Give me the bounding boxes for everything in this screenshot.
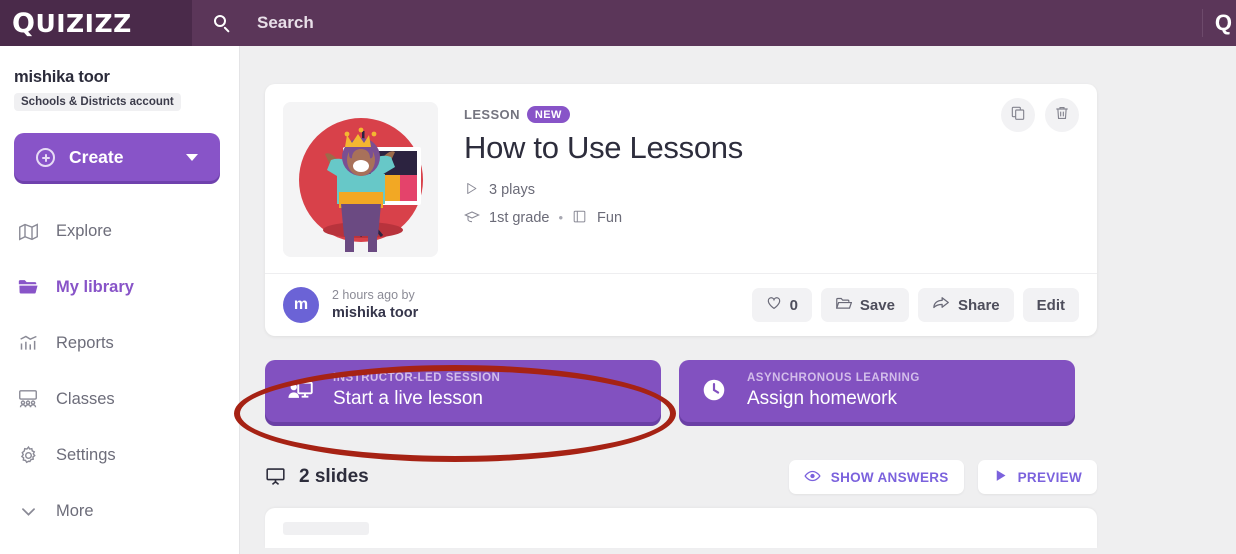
people-icon xyxy=(16,387,40,411)
author-name: mishika toor xyxy=(332,304,419,321)
lesson-plays-row: 3 plays xyxy=(464,181,1079,198)
share-arrow-icon xyxy=(932,294,950,316)
logo-text: QUIZIZZ xyxy=(12,7,132,39)
lesson-action-pills: 0 Save Share Edit xyxy=(751,288,1079,322)
sidebar-item-label: More xyxy=(56,501,94,520)
main-content: LESSON NEW How to Use Lessons 3 plays 1s… xyxy=(241,46,1236,554)
header-right-cluster: Q xyxy=(1201,0,1236,46)
gear-icon xyxy=(16,443,40,467)
updated-timestamp: 2 hours ago by xyxy=(332,287,415,302)
lesson-card-top: LESSON NEW How to Use Lessons 3 plays 1s… xyxy=(283,102,1079,257)
sidebar-item-classes[interactable]: Classes xyxy=(14,371,225,427)
edit-label: Edit xyxy=(1036,296,1065,314)
delete-button[interactable] xyxy=(1045,98,1079,132)
lesson-card-corner-actions xyxy=(1001,98,1079,132)
lesson-grade-label: 1st grade xyxy=(489,209,550,226)
slide-placeholder-bar xyxy=(283,522,369,535)
sidebar-item-label: My library xyxy=(56,277,134,296)
show-answers-label: SHOW ANSWERS xyxy=(830,469,949,485)
mode-title: Assign homework xyxy=(747,388,897,410)
compass-map-icon xyxy=(16,219,40,243)
lesson-tags-row: 1st grade • Fun xyxy=(464,209,1079,226)
preview-button[interactable]: PREVIEW xyxy=(977,460,1097,494)
sidebar-item-label: Classes xyxy=(56,389,115,408)
clock-icon xyxy=(701,377,729,405)
chevron-down-icon[interactable] xyxy=(186,153,198,161)
book-icon xyxy=(572,209,589,226)
lesson-title: How to Use Lessons xyxy=(464,130,743,165)
lesson-subject-label: Fun xyxy=(597,209,623,226)
lesson-info: LESSON NEW How to Use Lessons 3 plays 1s… xyxy=(464,102,1079,257)
slides-count-label: 2 slides xyxy=(299,466,369,487)
share-button[interactable]: Share xyxy=(917,288,1014,322)
create-button-label: Create xyxy=(69,146,124,167)
mode-kicker: ASYNCHRONOUS LEARNING xyxy=(747,371,920,384)
search-icon xyxy=(214,14,231,33)
assign-homework-text: ASYNCHRONOUS LEARNING Assign homework xyxy=(747,371,920,411)
play-outline-icon xyxy=(464,181,481,198)
copy-icon xyxy=(1010,105,1026,126)
lesson-card: LESSON NEW How to Use Lessons 3 plays 1s… xyxy=(265,84,1097,336)
folder-open-icon xyxy=(835,295,853,316)
graduation-cap-icon xyxy=(464,209,481,226)
duplicate-button[interactable] xyxy=(1001,98,1035,132)
share-label: Share xyxy=(957,296,1000,314)
folder-icon xyxy=(16,275,40,299)
slides-header-row: 2 slides SHOW ANSWERS PREVIEW xyxy=(265,460,1097,494)
meta-separator: • xyxy=(558,210,564,225)
edit-button[interactable]: Edit xyxy=(1022,288,1079,322)
new-badge: NEW xyxy=(526,106,570,123)
sidebar-item-label: Reports xyxy=(56,333,114,352)
lesson-kicker-row: LESSON NEW xyxy=(464,106,1079,123)
sidebar-item-reports[interactable]: Reports xyxy=(14,315,225,371)
search-bar[interactable]: Search xyxy=(192,0,1236,46)
sidebar-item-explore[interactable]: Explore xyxy=(14,203,225,259)
like-count: 0 xyxy=(789,296,798,314)
sidebar-item-settings[interactable]: Settings xyxy=(14,427,225,483)
user-name: mishika toor xyxy=(14,68,110,86)
chevron-down-icon xyxy=(16,499,40,523)
like-button[interactable]: 0 xyxy=(751,288,812,322)
slides-actions: SHOW ANSWERS PREVIEW xyxy=(788,460,1097,494)
sidebar-item-my-library[interactable]: My library xyxy=(14,259,225,315)
assign-homework-button[interactable]: ASYNCHRONOUS LEARNING Assign homework xyxy=(679,360,1075,422)
account-type-badge: Schools & Districts account xyxy=(14,93,181,111)
lesson-thumbnail[interactable] xyxy=(283,102,438,257)
show-answers-button[interactable]: SHOW ANSWERS xyxy=(788,460,964,494)
create-button[interactable]: Create xyxy=(14,133,220,181)
play-mode-row: INSTRUCTOR-LED SESSION Start a live less… xyxy=(265,360,1236,422)
slide-list-card[interactable] xyxy=(265,508,1097,548)
play-icon xyxy=(993,468,1008,486)
save-button[interactable]: Save xyxy=(820,288,909,322)
search-placeholder: Search xyxy=(257,13,314,32)
bar-chart-icon xyxy=(16,331,40,355)
mode-title: Start a live lesson xyxy=(333,388,483,410)
preview-label: PREVIEW xyxy=(1017,469,1082,485)
avatar: m xyxy=(283,287,319,323)
sidebar-nav: Explore My library Reports Classes Setti… xyxy=(14,203,225,539)
trash-icon xyxy=(1054,105,1070,126)
sidebar-item-label: Explore xyxy=(56,221,112,240)
sidebar: mishika toor Schools & Districts account… xyxy=(0,46,240,554)
header-q-glyph[interactable]: Q xyxy=(1215,10,1232,36)
quizizz-logo[interactable]: QUIZIZZ xyxy=(0,0,192,46)
start-live-lesson-text: INSTRUCTOR-LED SESSION Start a live less… xyxy=(333,371,500,411)
lesson-card-footer: m 2 hours ago by mishika toor 0 Save Sha… xyxy=(283,274,1079,336)
lesson-plays-label: 3 plays xyxy=(489,181,535,198)
author-block: 2 hours ago by mishika toor xyxy=(332,287,418,323)
plus-circle-icon xyxy=(36,147,55,167)
mode-kicker: INSTRUCTOR-LED SESSION xyxy=(333,371,501,384)
header-divider xyxy=(1201,9,1203,37)
lesson-type-label: LESSON xyxy=(464,107,520,122)
save-label: Save xyxy=(859,296,895,314)
sidebar-item-more[interactable]: More xyxy=(14,483,225,539)
presentation-board-icon xyxy=(265,466,287,488)
presenter-screen-icon xyxy=(287,377,315,405)
top-header-bar: QUIZIZZ Search Q xyxy=(0,0,1236,46)
heart-icon xyxy=(766,295,782,315)
eye-icon xyxy=(804,469,821,486)
start-live-lesson-button[interactable]: INSTRUCTOR-LED SESSION Start a live less… xyxy=(265,360,661,422)
sidebar-item-label: Settings xyxy=(56,445,116,464)
